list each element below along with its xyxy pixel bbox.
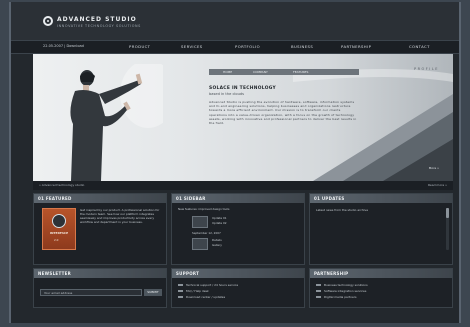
partner-item-2-label: Software integration services — [324, 289, 367, 293]
partnership-title: PARTNERSHIP — [310, 269, 452, 278]
nav-date: 22.05.2007 | Download — [43, 44, 84, 48]
partner-item-1-label: Business technology solutions — [324, 283, 368, 287]
updates-panel: 01 UPDATES Latest news from the studio a… — [309, 193, 453, 265]
support-item-1[interactable]: Technical support / 24 hours service — [178, 283, 238, 287]
partner-item-3-label: Digital media partners — [324, 295, 357, 299]
support-item-3-label: Download center / updates — [186, 295, 226, 299]
featured-panel-title: 01 FEATURED — [34, 194, 166, 203]
hero-title: SOLACE IN TECHNOLOGY — [209, 86, 277, 91]
support-item-1-label: Technical support / 24 hours service — [186, 283, 239, 287]
sidebar-link-4[interactable]: Gallery — [212, 243, 222, 248]
nav-item-services[interactable]: SERVICES — [181, 44, 203, 49]
sidebar-thumbnail-2[interactable] — [192, 238, 208, 250]
badge-icon — [52, 214, 66, 228]
bullet-icon — [178, 290, 183, 292]
sidebar-panel: 01 SIDEBAR New features: improved design… — [171, 193, 305, 265]
hero-profile-label: PROFILE — [413, 67, 439, 71]
nav-item-product[interactable]: PRODUCT — [129, 44, 150, 49]
hero-person-image — [70, 64, 163, 181]
website-frame: ADVANCED STUDIO INNOVATIVE TECHNOLOGY SO… — [9, 2, 461, 323]
partnership-panel: PARTNERSHIP Business technology solution… — [309, 268, 453, 308]
site-header: ADVANCED STUDIO INNOVATIVE TECHNOLOGY SO… — [11, 2, 459, 40]
sidebar-link-2[interactable]: Update 02 — [212, 221, 227, 226]
partner-item-1[interactable]: Business technology solutions — [316, 283, 368, 287]
newsletter-email-input[interactable]: Your email address — [40, 289, 142, 296]
featured-book-title: INTERFACE — [49, 231, 69, 235]
nav-item-portfolio[interactable]: PORTFOLIO — [235, 44, 260, 49]
updates-scroll-thumb[interactable] — [446, 208, 449, 218]
updates-scrollbar[interactable] — [446, 208, 449, 250]
hero-tab-features[interactable]: FEATURES — [293, 70, 308, 74]
newsletter-submit-button[interactable]: SUBMIT — [144, 289, 162, 296]
strip-caption: » Advanced technology studio — [39, 183, 85, 187]
hero-tab-home[interactable]: HOME — [223, 70, 232, 74]
bullet-icon — [316, 284, 321, 286]
nav-item-contact[interactable]: CONTACT — [409, 44, 430, 49]
bullet-icon — [178, 296, 183, 298]
hero-banner: HOME COMPANY FEATURES PROFILE SOLACE IN … — [33, 54, 453, 181]
support-panel: SUPPORT Technical support / 24 hours ser… — [171, 268, 305, 308]
hero-more-link[interactable]: More » — [429, 166, 439, 170]
strip-read-more-link[interactable]: Read more » — [428, 183, 447, 187]
support-title: SUPPORT — [172, 269, 304, 278]
sidebar-date: September 12, 2007 — [192, 231, 221, 235]
partner-item-2[interactable]: Software integration services — [316, 289, 366, 293]
featured-book-cover[interactable]: INTERFACE 2.0 — [42, 208, 76, 250]
updates-panel-title: 01 UPDATES — [310, 194, 452, 203]
support-item-3[interactable]: Download center / updates — [178, 295, 225, 299]
featured-panel: 01 FEATURED INTERFACE 2.0 Get inspired b… — [33, 193, 167, 265]
updates-text[interactable]: Latest news from the studio archive — [316, 208, 436, 212]
nav-item-partnership[interactable]: PARTNERSHIP — [341, 44, 371, 49]
support-item-2[interactable]: FAQ / Help desk — [178, 289, 209, 293]
featured-book-version: 2.0 — [54, 238, 59, 242]
nav-item-business[interactable]: BUSINESS — [291, 44, 313, 49]
bullet-icon — [316, 290, 321, 292]
partner-item-3[interactable]: Digital media partners — [316, 295, 356, 299]
featured-description: Get inspired by our product. A professio… — [80, 208, 160, 224]
hero-body-text: Advanced Studio is pushing the evolution… — [209, 100, 357, 126]
newsletter-title: NEWSLETTER — [34, 269, 166, 278]
hero-subtitle: based in the clouds — [209, 92, 245, 96]
support-item-2-label: FAQ / Help desk — [186, 289, 209, 293]
hero-tab-bar: HOME COMPANY FEATURES — [209, 69, 359, 75]
hero-tab-company[interactable]: COMPANY — [253, 70, 268, 74]
bullet-icon — [316, 296, 321, 298]
bullet-icon — [178, 284, 183, 286]
hero-caption-strip: » Advanced technology studio Read more » — [33, 181, 453, 190]
brand-name[interactable]: ADVANCED STUDIO — [57, 16, 137, 23]
newsletter-panel: NEWSLETTER Your email address SUBMIT — [33, 268, 167, 308]
brand-tagline: INNOVATIVE TECHNOLOGY SOLUTIONS — [57, 24, 141, 28]
main-navigation: 22.05.2007 | Download PRODUCT SERVICES P… — [11, 40, 459, 54]
sidebar-thumbnail[interactable] — [192, 216, 208, 228]
sidebar-row-title[interactable]: New features: improved design tools — [178, 207, 300, 212]
logo-icon[interactable] — [43, 16, 53, 26]
sidebar-panel-title: 01 SIDEBAR — [172, 194, 304, 203]
